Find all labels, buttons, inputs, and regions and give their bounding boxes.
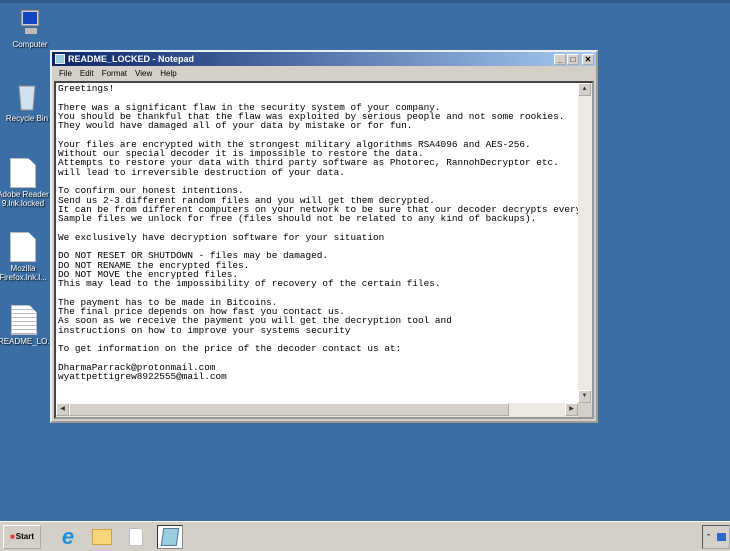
windows-logo-icon: ■ — [9, 532, 15, 541]
explorer-icon[interactable] — [89, 525, 115, 549]
menu-format[interactable]: Format — [98, 69, 131, 78]
file-icon — [10, 232, 36, 262]
menu-view[interactable]: View — [131, 69, 156, 78]
minimize-button[interactable]: _ — [554, 53, 566, 65]
system-tray: ⌃ — [702, 524, 730, 549]
text-line: They would have damaged all of your data… — [58, 120, 413, 132]
text-file-icon — [11, 305, 37, 335]
notepad-icon — [160, 527, 180, 546]
top-edge — [0, 0, 730, 3]
text-line: Sample files we unlock for free (files s… — [58, 213, 537, 225]
show-hidden-icons-button[interactable]: ⌃ — [706, 533, 712, 541]
desktop-icon-firefox[interactable]: Mozilla Firefox.lnk.l... — [0, 232, 52, 282]
desktop-icon-label: Recycle Bin — [5, 114, 49, 123]
taskbar: ■ Start e ⌃ — [0, 521, 730, 551]
desktop-icon-label: README_LO... — [0, 337, 50, 346]
horizontal-scroll-thumb[interactable] — [69, 403, 509, 416]
resize-grip[interactable] — [578, 403, 592, 417]
notepad-taskbar-button[interactable] — [157, 524, 183, 549]
desktop-icon-adobe-reader[interactable]: Adobe Reader 9.lnk.locked — [0, 158, 52, 208]
close-button[interactable]: ✕ — [582, 53, 594, 65]
desktop-icon-recycle-bin[interactable]: Recycle Bin — [1, 82, 53, 123]
desktop-icon-readme[interactable]: README_LO... — [0, 305, 50, 346]
text-line: To get information on the price of the d… — [58, 343, 402, 355]
text-editor[interactable]: Greetings! There was a significant flaw i… — [54, 81, 594, 419]
scroll-left-button[interactable]: ◀ — [56, 403, 69, 416]
maximize-button[interactable]: □ — [567, 53, 579, 65]
text-line: wyattpettigrew8922555@mail.com — [58, 371, 227, 383]
menu-file[interactable]: File — [55, 69, 76, 78]
title-bar[interactable]: README_LOCKED - Notepad _ □ ✕ — [52, 52, 596, 66]
desktop-icon-label: Computer — [12, 40, 48, 49]
scroll-right-button[interactable]: ▶ — [565, 403, 578, 416]
text-line: will lead to irreversible destruction of… — [58, 166, 345, 178]
text-line: This may lead to the impossibility of re… — [58, 278, 441, 290]
computer-icon — [17, 8, 43, 38]
text-line: instructions on how to improve your syst… — [58, 324, 351, 336]
text-line: We exclusively have decryption software … — [58, 231, 385, 243]
menu-help[interactable]: Help — [156, 69, 180, 78]
desktop-icon-label: Adobe Reader 9.lnk.locked — [0, 190, 49, 208]
scroll-up-button[interactable]: ▲ — [578, 83, 591, 96]
start-button[interactable]: ■ Start — [3, 524, 41, 549]
notepad-window[interactable]: README_LOCKED - Notepad _ □ ✕ File Edit … — [50, 50, 598, 423]
window-title: README_LOCKED - Notepad — [68, 54, 195, 64]
internet-explorer-icon[interactable]: e — [55, 524, 81, 549]
notepad-icon — [55, 54, 65, 64]
scroll-down-button[interactable]: ▼ — [578, 390, 591, 403]
recycle-bin-icon — [14, 82, 40, 112]
horizontal-scrollbar[interactable]: ◀ ▶ — [56, 403, 578, 417]
desktop-icon-computer[interactable]: Computer — [1, 8, 59, 49]
menu-edit[interactable]: Edit — [76, 69, 98, 78]
menu-bar: File Edit Format View Help — [52, 66, 596, 80]
text-line: Greetings! — [58, 83, 115, 94]
file-icon — [10, 158, 36, 188]
desktop-icon-label: Mozilla Firefox.lnk.l... — [0, 264, 47, 282]
text-content[interactable]: Greetings! There was a significant flaw i… — [56, 83, 578, 403]
file-icon[interactable] — [123, 525, 149, 549]
start-label: Start — [15, 532, 35, 541]
network-icon[interactable] — [717, 532, 727, 541]
vertical-scrollbar[interactable]: ▲ ▼ — [578, 83, 592, 403]
